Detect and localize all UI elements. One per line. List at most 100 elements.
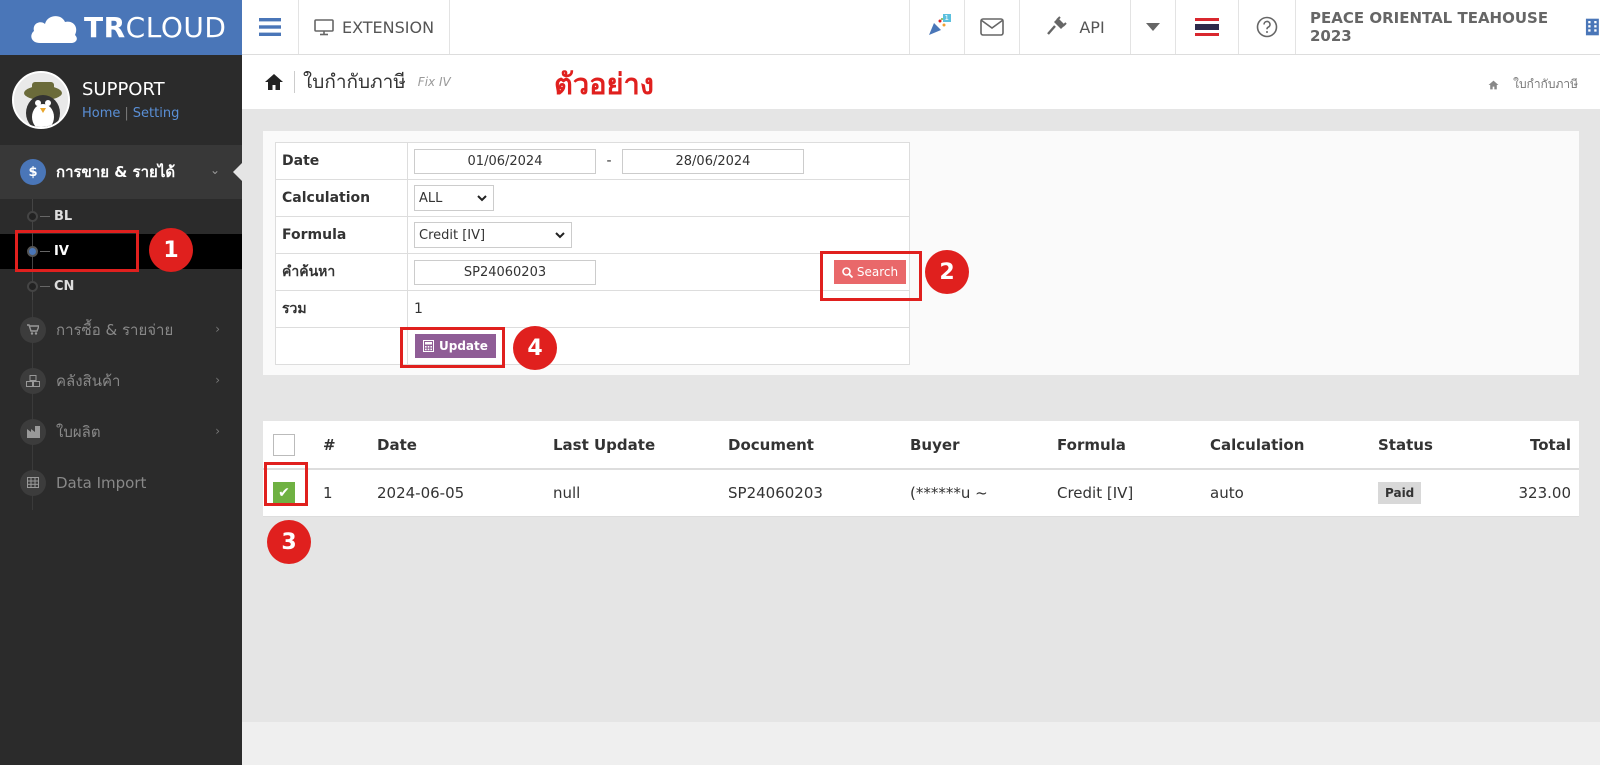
- filter-table: Date - Calculation ALL Formula Credit [I…: [275, 142, 910, 365]
- thailand-flag-icon: [1195, 18, 1219, 36]
- search-input[interactable]: [414, 259, 596, 285]
- dropdown-toggle[interactable]: [1131, 0, 1176, 54]
- sidebar-item-production[interactable]: ใบผลิต ›: [0, 406, 242, 457]
- sidebar-item-data-import[interactable]: Data Import: [0, 457, 242, 508]
- page-header: ใบกำกับภาษี Fix IV ตัวอย่าง ใบกำกับภาษี: [242, 55, 1600, 109]
- notification-badge: 1: [942, 14, 951, 22]
- chevron-down-icon: ⌄: [209, 163, 220, 177]
- language-button[interactable]: [1176, 0, 1239, 54]
- column-header: Total: [1478, 421, 1579, 470]
- page-subtitle: Fix IV: [417, 75, 451, 89]
- sidebar-item-inventory[interactable]: คลังสินค้า ›: [0, 355, 242, 406]
- date-label: Date: [275, 142, 408, 180]
- table-row[interactable]: ✔ 1 2024-06-05 null SP24060203 (******u …: [263, 469, 1579, 517]
- notification-button[interactable]: 1: [910, 0, 965, 54]
- chevron-right-icon: ›: [215, 424, 220, 438]
- sidebar-item-purchase[interactable]: การซื้อ & รายจ่าย ›: [0, 304, 242, 355]
- sidebar-subitem-label: CN: [54, 279, 75, 294]
- plug-icon: [1047, 16, 1068, 35]
- profile-name: SUPPORT: [82, 79, 165, 100]
- hamburger-icon: [259, 18, 281, 36]
- extension-label: EXTENSION: [341, 17, 435, 37]
- column-header: Buyer: [910, 421, 1057, 470]
- row-last-update: null: [553, 469, 728, 517]
- footer: [242, 722, 1600, 765]
- hamburger-menu-button[interactable]: [242, 0, 299, 54]
- sidebar-item-sales[interactable]: $ การขาย & รายได้ ⌄: [0, 145, 242, 199]
- sidebar-item-label: การขาย & รายได้: [56, 163, 176, 181]
- row-document[interactable]: SP24060203: [728, 469, 910, 517]
- date-from-input[interactable]: [414, 148, 596, 174]
- cloud-icon: [28, 11, 80, 45]
- breadcrumb-item[interactable]: ใบกำกับภาษี: [1513, 75, 1578, 94]
- annotation-marker-3: 3: [267, 520, 311, 564]
- top-navbar: EXTENSION 1 API PEACE ORIENTAL TEAHOUSE …: [242, 0, 1600, 55]
- company-selector[interactable]: PEACE ORIENTAL TEAHOUSE 2023: [1296, 0, 1600, 54]
- sidebar-subitem-bl[interactable]: BL: [0, 199, 242, 234]
- row-buyer: (******u ~: [910, 469, 1057, 517]
- formula-select[interactable]: Credit [IV]: [414, 222, 572, 248]
- envelope-icon: [980, 18, 1004, 36]
- column-header: Formula: [1057, 421, 1210, 470]
- bullet-icon: [27, 211, 38, 222]
- logo[interactable]: TRCLOUD: [0, 0, 242, 55]
- row-calculation: auto: [1210, 469, 1378, 517]
- column-header: Document: [728, 421, 910, 470]
- annotation-box-2: [820, 251, 922, 301]
- breadcrumb: ใบกำกับภาษี: [1488, 75, 1578, 94]
- annotation-marker-4: 4: [513, 326, 557, 370]
- date-separator: -: [606, 152, 612, 169]
- cubes-icon: [20, 367, 46, 394]
- setting-link[interactable]: Setting: [133, 106, 180, 121]
- caret-down-icon: [1146, 23, 1160, 31]
- column-header: Date: [377, 421, 553, 470]
- cart-icon: [20, 316, 46, 343]
- question-circle-icon: [1256, 16, 1278, 38]
- home-link[interactable]: Home: [82, 106, 120, 121]
- select-all-checkbox[interactable]: [273, 433, 295, 456]
- mail-button[interactable]: [965, 0, 1020, 54]
- chevron-right-icon: ›: [215, 322, 220, 336]
- formula-value: Credit [IV]: [419, 227, 486, 243]
- annotation-box-3: [264, 462, 308, 506]
- column-header: Last Update: [553, 421, 728, 470]
- total-label: รวม: [275, 290, 408, 328]
- table-icon: [20, 469, 46, 496]
- row-formula: Credit [IV]: [1057, 469, 1210, 517]
- api-button[interactable]: API: [1020, 0, 1131, 54]
- example-label: ตัวอย่าง: [554, 67, 654, 101]
- link-separator: |: [124, 106, 129, 121]
- search-label: คำค้นหา: [275, 253, 408, 291]
- logo-text: TRCLOUD: [84, 11, 227, 44]
- building-icon: [1586, 18, 1600, 36]
- avatar[interactable]: [12, 71, 70, 129]
- api-label: API: [1079, 17, 1105, 37]
- column-header: Calculation: [1210, 421, 1378, 470]
- home-icon[interactable]: [1488, 80, 1499, 90]
- calculation-label: Calculation: [275, 179, 408, 217]
- annotation-box-1: [15, 230, 139, 272]
- column-header: Status: [1378, 421, 1478, 470]
- sidebar-item-label: การซื้อ & รายจ่าย: [56, 320, 174, 339]
- column-header: #: [323, 421, 377, 470]
- sidebar-subitem-cn[interactable]: CN: [0, 269, 242, 304]
- extension-button[interactable]: EXTENSION: [299, 0, 450, 54]
- page-title: ใบกำกับภาษี: [303, 71, 406, 93]
- dollar-icon: $: [20, 159, 46, 185]
- annotation-marker-1: 1: [149, 228, 193, 272]
- home-icon[interactable]: [264, 73, 284, 91]
- table-header-row: # Date Last Update Document Buyer Formul…: [263, 421, 1579, 470]
- sidebar-item-label: ใบผลิต: [56, 422, 101, 441]
- chevron-down-icon: [477, 194, 487, 201]
- monitor-icon: [314, 18, 334, 35]
- chevron-down-icon: [555, 231, 565, 238]
- help-button[interactable]: [1239, 0, 1296, 54]
- sidebar-subitem-label: BL: [54, 209, 73, 224]
- results-table: # Date Last Update Document Buyer Formul…: [263, 421, 1579, 517]
- date-to-input[interactable]: [621, 148, 804, 174]
- annotation-marker-2: 2: [925, 250, 969, 294]
- row-total: 323.00: [1478, 469, 1579, 517]
- sidebar-item-label: คลังสินค้า: [56, 371, 121, 390]
- calculation-value: ALL: [419, 190, 443, 206]
- calculation-select[interactable]: ALL: [414, 185, 494, 211]
